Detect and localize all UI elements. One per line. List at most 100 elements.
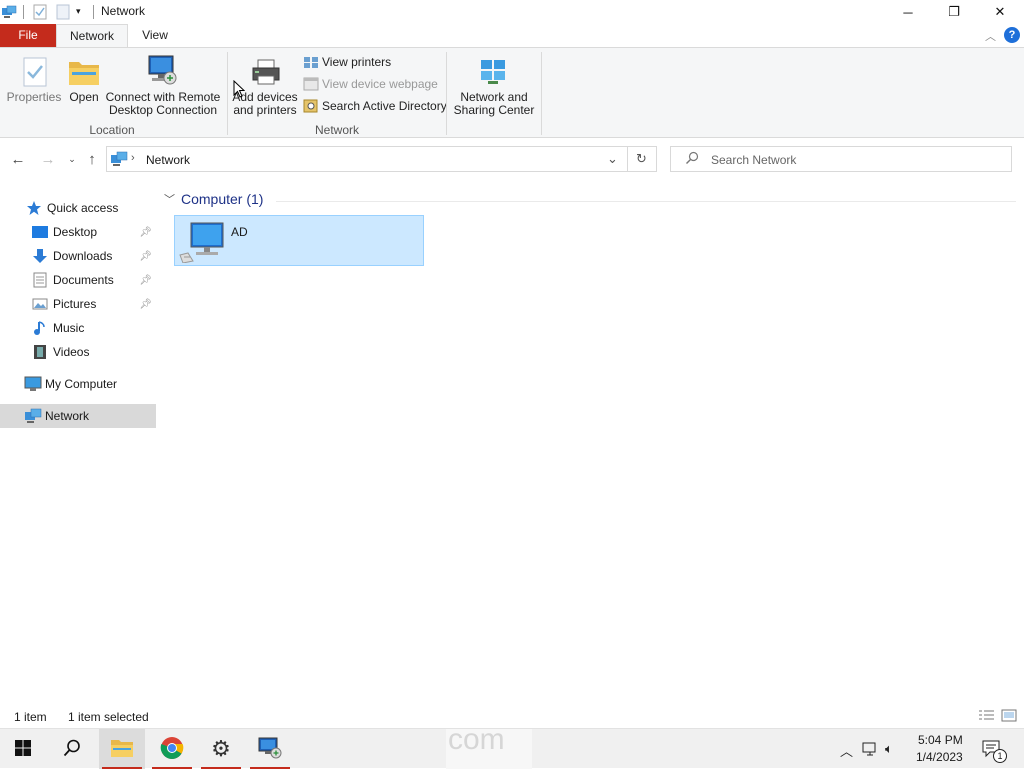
recent-locations-button[interactable]: ⌄ <box>62 150 82 168</box>
close-icon: ✕ <box>994 4 1006 19</box>
group-header[interactable]: ﹀ Computer (1) <box>164 191 263 207</box>
clock-date[interactable]: 1/4/2023 <box>916 750 963 764</box>
pictures-icon <box>32 296 48 312</box>
address-dropdown-icon[interactable]: ⌄ <box>607 151 618 167</box>
ribbon-separator <box>446 52 447 135</box>
search-box[interactable]: Search Network <box>670 146 1012 172</box>
network-tray-icon[interactable] <box>862 741 880 760</box>
view-printers-button[interactable]: View printers <box>303 53 391 71</box>
sidebar-item-label: Network <box>45 409 90 423</box>
sidebar-item-documents[interactable]: Documents 📌︎ <box>0 268 156 292</box>
close-button[interactable]: ✕ <box>977 0 1023 24</box>
sidebar-item-pictures[interactable]: Pictures 📌︎ <box>0 292 156 316</box>
search-directory-icon <box>303 99 319 113</box>
sidebar-item-network[interactable]: Network <box>0 404 156 428</box>
search-active-directory-label: Search Active Directory <box>322 99 447 113</box>
sidebar-item-videos[interactable]: Videos <box>0 340 156 364</box>
sidebar-item-desktop[interactable]: Desktop 📌︎ <box>0 220 156 244</box>
properties-icon[interactable] <box>33 4 47 23</box>
ribbon-separator <box>541 52 542 135</box>
qat-dropdown-icon[interactable]: ▾ <box>76 6 81 17</box>
clock-time[interactable]: 5:04 PM <box>918 733 963 747</box>
sidebar-item-label: Desktop <box>53 225 98 239</box>
separator <box>627 147 628 171</box>
open-button[interactable]: Open <box>64 54 104 116</box>
up-arrow-icon: ↑ <box>88 150 96 168</box>
search-placeholder: Search Network <box>711 153 797 167</box>
pin-icon[interactable]: 📌︎ <box>139 275 152 286</box>
ribbon-tabs: File Network View ︿ ? <box>0 24 1024 47</box>
file-explorer-taskbar-button[interactable] <box>99 729 145 769</box>
sidebar-item-label: Videos <box>53 345 90 359</box>
volume-icon[interactable]: 🔈︎ <box>885 741 893 757</box>
properties-button[interactable]: Properties <box>4 54 64 116</box>
collapse-ribbon-icon[interactable]: ︿ <box>985 28 996 44</box>
tab-view[interactable]: View <box>128 24 182 47</box>
minimize-button[interactable]: ─ <box>885 0 931 24</box>
chevron-up-icon[interactable]: ︿ <box>840 741 853 760</box>
navigation-bar: ← → ⌄ ↑ › Network ⌄ ↻ Search Network <box>0 138 1024 180</box>
star-icon <box>26 200 42 216</box>
pin-icon[interactable]: 📌︎ <box>139 299 152 310</box>
title-bar: ▾ Network ─ ❐ ✕ <box>0 0 1024 24</box>
videos-icon <box>32 344 48 360</box>
network-icon <box>24 408 42 424</box>
breadcrumb[interactable]: Network <box>146 153 190 167</box>
back-button[interactable]: ← <box>8 150 28 168</box>
up-button[interactable]: ↑ <box>82 150 102 168</box>
item-name: AD <box>231 225 248 239</box>
pin-icon[interactable]: 📌︎ <box>139 251 152 262</box>
printers-icon <box>303 55 319 69</box>
refresh-icon[interactable]: ↻ <box>636 151 647 167</box>
chrome-taskbar-button[interactable] <box>149 729 195 769</box>
webpage-icon <box>303 77 319 91</box>
network-sharing-icon <box>478 58 508 89</box>
view-device-webpage-button[interactable]: View device webpage <box>303 75 438 93</box>
remote-desktop-button[interactable]: Connect with Remote Desktop Connection <box>104 54 222 118</box>
folder-icon <box>68 58 100 89</box>
network-icon <box>1 5 17 22</box>
forward-button[interactable]: → <box>38 150 58 168</box>
tab-file[interactable]: File <box>0 24 56 47</box>
ribbon-separator <box>227 52 228 135</box>
music-icon <box>32 320 48 336</box>
item-count: 1 item <box>14 710 47 724</box>
sidebar-item-quick-access[interactable]: Quick access <box>0 196 156 220</box>
pin-icon[interactable]: 📌︎ <box>139 227 152 238</box>
sidebar-item-my-computer[interactable]: My Computer <box>0 372 156 396</box>
separator <box>93 5 94 19</box>
minimize-icon: ─ <box>903 4 913 20</box>
back-arrow-icon: ← <box>10 150 26 168</box>
breadcrumb-chevron-icon[interactable]: › <box>131 152 135 164</box>
new-folder-icon[interactable] <box>56 4 70 23</box>
taskbar: ⚙ com ︿ 🔈︎ 5:04 PM 1/4/2023 1 <box>0 723 1024 769</box>
restore-button[interactable]: ❐ <box>931 0 977 24</box>
address-bar[interactable]: › Network ⌄ ↻ <box>106 146 657 172</box>
sidebar-item-music[interactable]: Music <box>0 316 156 340</box>
properties-icon <box>22 56 48 91</box>
group-divider <box>276 201 1016 202</box>
search-button[interactable] <box>49 729 95 769</box>
network-icon <box>110 151 128 170</box>
large-icons-view-icon[interactable] <box>1001 709 1017 725</box>
computer-icon <box>24 376 42 392</box>
remote-desktop-taskbar-button[interactable] <box>247 729 293 769</box>
remote-desktop-icon <box>146 54 178 91</box>
list-item[interactable]: AD <box>174 215 424 266</box>
group-title: Computer (1) <box>181 191 264 207</box>
help-icon[interactable]: ? <box>1004 27 1020 43</box>
settings-taskbar-button[interactable]: ⚙ <box>198 729 244 769</box>
details-view-icon[interactable] <box>978 709 995 725</box>
folder-icon <box>110 738 134 761</box>
file-list: ﹀ Computer (1) AD <box>156 180 1024 700</box>
network-sharing-label-2: Sharing Center <box>453 103 535 117</box>
sidebar-item-label: My Computer <box>45 377 118 391</box>
start-button[interactable] <box>0 729 46 769</box>
document-icon <box>32 272 48 288</box>
tab-network[interactable]: Network <box>56 24 128 47</box>
network-sharing-center-button[interactable]: Network and Sharing Center <box>450 54 538 118</box>
sidebar-item-downloads[interactable]: Downloads 📌︎ <box>0 244 156 268</box>
remote-desktop-icon <box>257 736 283 763</box>
search-icon <box>63 739 81 760</box>
search-active-directory-button[interactable]: Search Active Directory <box>303 97 447 115</box>
